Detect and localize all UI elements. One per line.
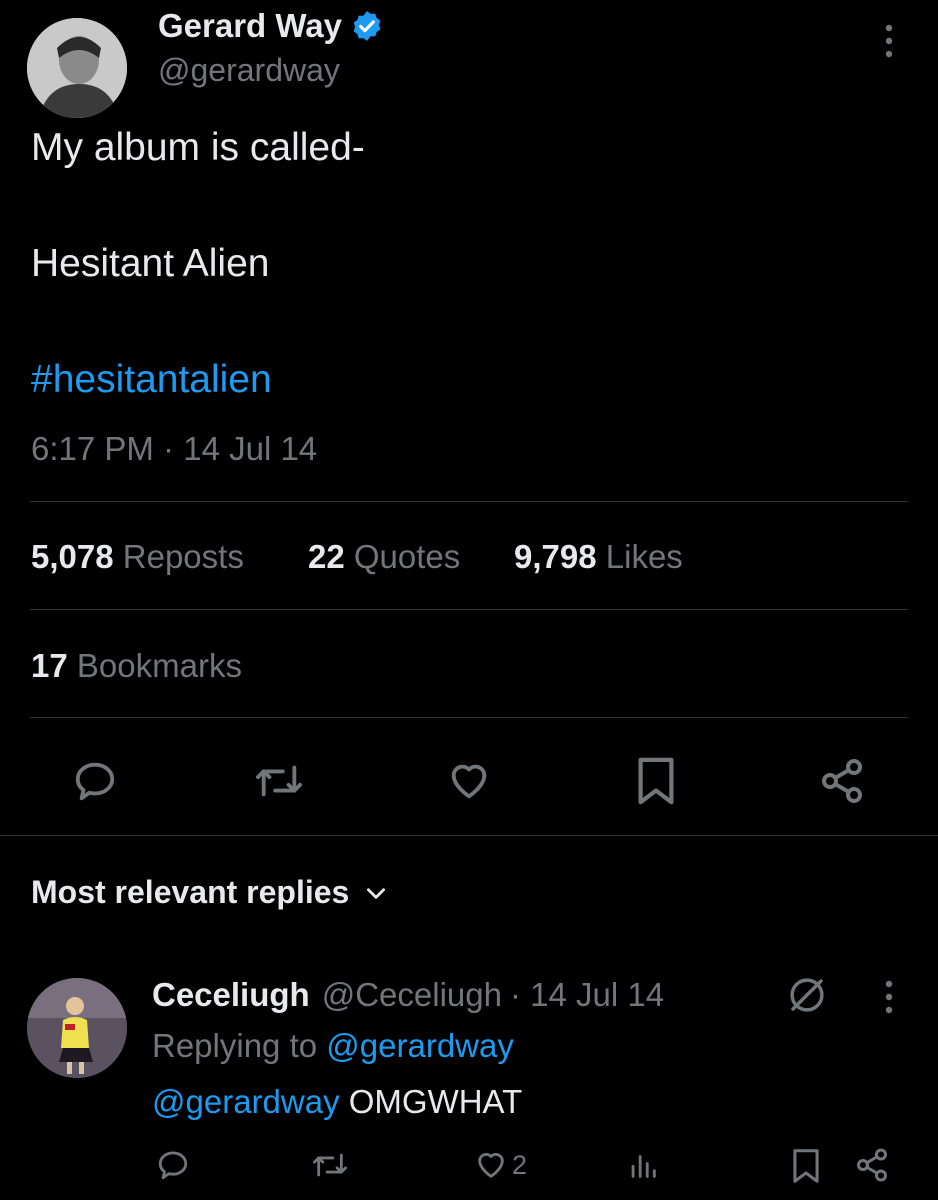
likes-stat[interactable]: 9,798 Likes [514,538,683,576]
reply-text: OMGWHAT [348,1083,523,1120]
divider [30,609,908,610]
author-name[interactable]: Gerard Way [158,7,342,45]
hashtag-link[interactable]: #hesitantalien [31,358,272,402]
chevron-down-icon [363,880,389,906]
replies-sort-dropdown[interactable]: Most relevant replies [31,874,389,911]
bookmarks-label: Bookmarks [76,647,242,684]
bookmarks-stat[interactable]: 17 Bookmarks [31,647,242,685]
replying-to-handle[interactable]: @gerardway [326,1027,514,1064]
quotes-label: Quotes [353,538,461,575]
bookmark-icon[interactable] [634,756,678,806]
reposts-stat[interactable]: 5,078 Reposts [31,538,244,576]
divider [30,501,908,502]
reply-bookmark-icon[interactable] [790,1148,822,1184]
reply-views-icon[interactable] [626,1148,660,1182]
like-icon[interactable] [444,758,494,804]
divider [30,717,908,718]
quotes-count: 22 [308,538,345,575]
reply-mention[interactable]: @gerardway [152,1083,340,1120]
replies-sort-label: Most relevant replies [31,874,350,910]
tweet-text-line-2: Hesitant Alien [31,242,270,285]
share-icon[interactable] [818,756,866,806]
reply-more-options-icon[interactable] [874,978,904,1016]
author-avatar[interactable] [27,18,127,118]
reply-like-button[interactable]: 2 [472,1148,527,1182]
replying-to-label: Replying to [152,1027,318,1064]
bookmarks-count: 17 [31,647,68,684]
reply-author-avatar[interactable] [27,978,127,1078]
reply-author-handle[interactable]: @Ceceliugh [322,976,502,1014]
grok-icon[interactable] [786,974,828,1016]
reply-author-name[interactable]: Ceceliugh [152,976,310,1014]
reposts-count: 5,078 [31,538,114,575]
section-divider [0,835,938,836]
likes-count: 9,798 [514,538,597,575]
tweet-text-line-1: My album is called- [31,126,365,169]
reposts-label: Reposts [122,538,244,575]
reply-icon[interactable] [71,758,119,804]
reply-like-count: 2 [512,1149,528,1180]
tweet-timestamp[interactable]: 6:17 PM · 14 Jul 14 [31,430,317,468]
repost-icon[interactable] [252,758,306,804]
likes-label: Likes [605,538,683,575]
reply-date[interactable]: · 14 Jul 14 [510,976,664,1014]
reply-repost-icon[interactable] [310,1148,350,1182]
reply-like-icon [472,1148,510,1182]
reply-reply-icon[interactable] [155,1148,191,1182]
author-handle[interactable]: @gerardway [158,52,340,89]
reply-share-icon[interactable] [854,1146,890,1184]
quotes-stat[interactable]: 22 Quotes [308,538,460,576]
more-options-icon[interactable] [874,22,904,60]
verified-badge-icon [350,9,384,43]
